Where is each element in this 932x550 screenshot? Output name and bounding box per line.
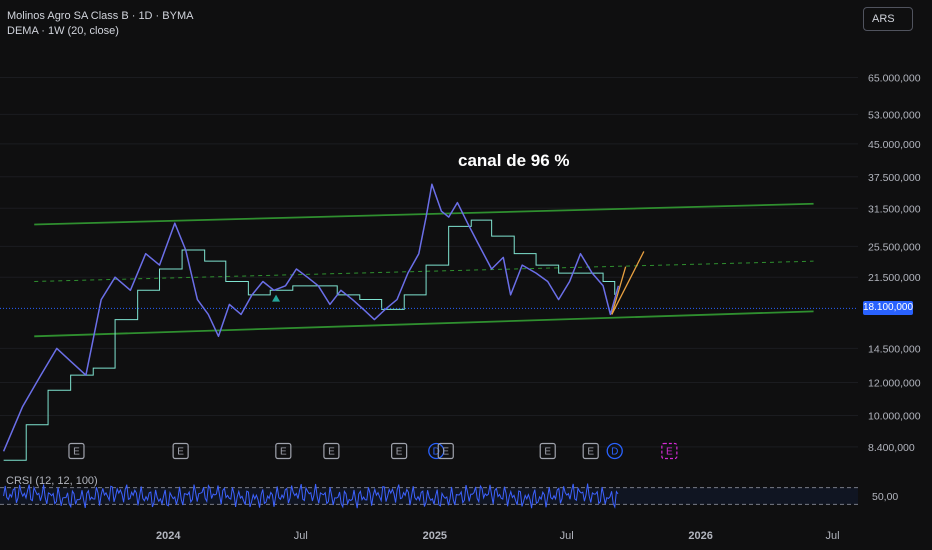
y-tick-label: 14.500,000	[868, 343, 921, 355]
event-label: E	[442, 447, 449, 458]
y-tick-label: 10.000,000	[868, 410, 921, 422]
crsi-label[interactable]: CRSI (12, 12, 100)	[6, 475, 98, 487]
channel-annotation: canal de 96 %	[458, 151, 570, 170]
event-label: E	[544, 447, 551, 458]
y-tick-label: 12.000,000	[868, 378, 921, 390]
chart-canvas: EEEEEDEEEDE 50,00 65.000,00053.000,00045…	[0, 72, 921, 542]
chart-legend: Molinos Agro SA Class B · 1D · BYMA DEMA…	[7, 9, 193, 39]
symbol-title[interactable]: Molinos Agro SA Class B · 1D · BYMA	[7, 9, 193, 24]
y-tick-label: 37.500,000	[868, 172, 921, 184]
event-label: E	[328, 447, 335, 458]
channel-lower-line	[34, 310, 814, 338]
dema-line	[3, 219, 616, 461]
projection-line	[611, 251, 645, 315]
y-tick-label: 45.000,000	[868, 139, 921, 151]
earnings-event[interactable]: E	[68, 442, 85, 460]
currency-button[interactable]: ARS	[863, 7, 913, 31]
grid	[0, 76, 858, 448]
event-label: E	[396, 447, 403, 458]
price-axis[interactable]: 65.000,000 53.000,000 45.000,000 37.500,000…	[868, 72, 921, 453]
dividend-event[interactable]: D	[606, 442, 623, 460]
x-tick-label: Jul	[294, 530, 308, 542]
event-label: E	[280, 447, 287, 458]
earnings-event[interactable]: E	[539, 442, 556, 460]
crsi-tick-label: 50,00	[872, 491, 898, 503]
channel-mid-line	[34, 260, 814, 282]
signal-marker	[272, 294, 281, 302]
last-price-badge: 18.100,000	[863, 301, 914, 316]
event-label: E	[177, 447, 184, 458]
y-tick-label: 53.000,000	[868, 109, 921, 121]
price-line	[2, 183, 620, 452]
event-label: E	[666, 447, 673, 458]
x-tick-label: Jul	[560, 530, 574, 542]
x-tick-label: 2025	[423, 530, 447, 542]
series-layer	[2, 183, 620, 461]
earnings-event[interactable]: E	[661, 442, 678, 460]
earnings-event[interactable]: E	[275, 442, 292, 460]
crsi-pane: 50,00	[0, 483, 898, 509]
time-axis[interactable]: 2024 Jul 2025 Jul 2026 Jul	[156, 530, 840, 542]
event-label: D	[611, 447, 618, 458]
indicator-title[interactable]: DEMA · 1W (20, close)	[7, 24, 193, 39]
event-label: E	[587, 447, 594, 458]
y-tick-label: 21.500,000	[868, 272, 921, 284]
earnings-event[interactable]: E	[323, 442, 340, 460]
y-tick-label: 25.500,000	[868, 241, 921, 253]
x-tick-label: Jul	[825, 530, 839, 542]
event-markers[interactable]: EEEEEDEEEDE	[68, 442, 678, 460]
earnings-event[interactable]: E	[437, 442, 454, 460]
y-tick-label: 65.000,000	[868, 72, 921, 84]
y-tick-label: 31.500,000	[868, 203, 921, 215]
x-tick-label: 2024	[156, 530, 181, 542]
channel-upper-line	[34, 202, 814, 226]
x-tick-label: 2026	[688, 530, 712, 542]
event-label: E	[73, 447, 80, 458]
overlay-layer	[0, 251, 858, 315]
earnings-event[interactable]: E	[582, 442, 599, 460]
y-tick-label: 8.400,000	[868, 442, 915, 454]
earnings-event[interactable]: E	[172, 442, 189, 460]
trend-channel	[34, 202, 814, 338]
earnings-event[interactable]: E	[391, 442, 408, 460]
